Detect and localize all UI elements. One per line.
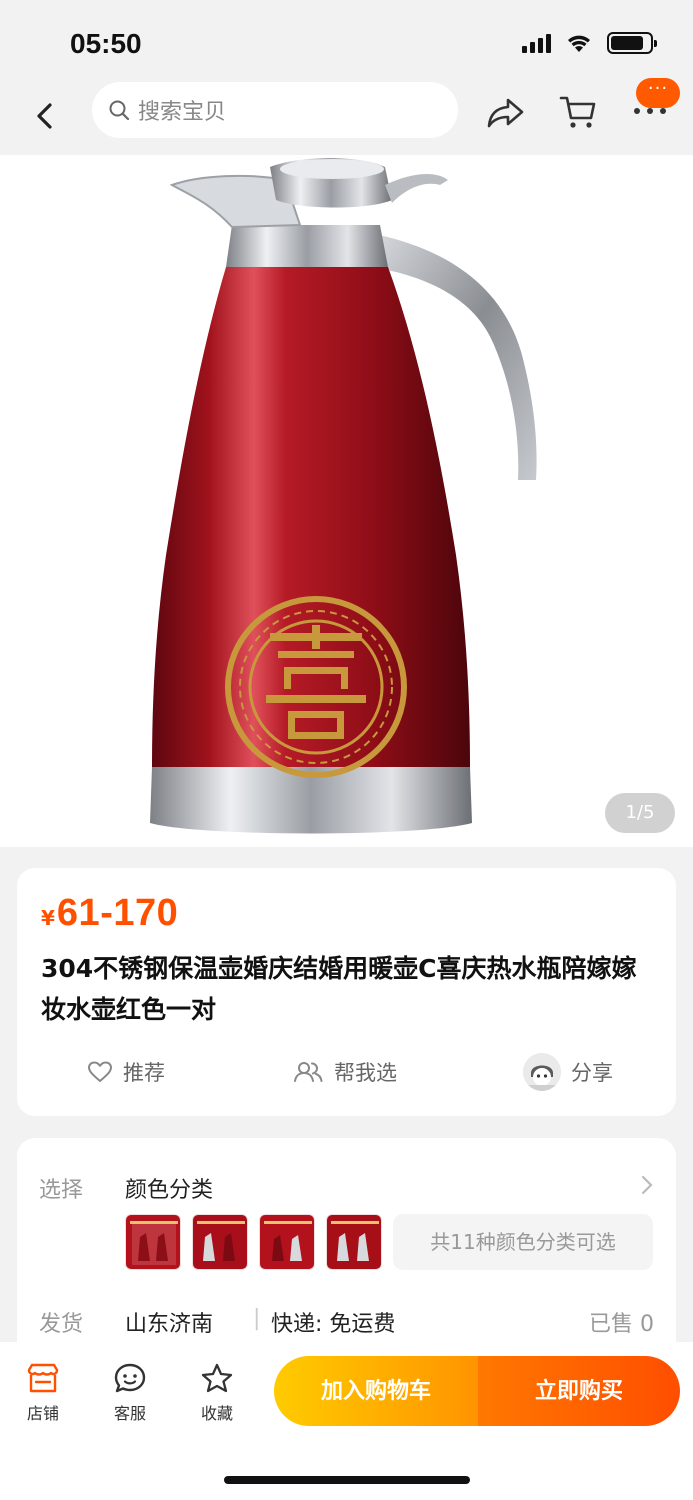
share-product-button[interactable]: 分享 [523,1048,613,1096]
favorite-tab[interactable]: 收藏 [187,1362,247,1424]
status-time: 05:50 [70,28,142,59]
heart-icon [88,1061,112,1082]
wifi-icon [568,35,590,52]
add-to-cart-button[interactable]: 加入购物车 [274,1356,478,1426]
share-icon [487,98,524,128]
color-option-thumbnail[interactable] [259,1214,315,1270]
image-counter: 1/5 [605,793,675,833]
status-icons [522,32,657,54]
battery-fill [611,36,644,50]
share-button[interactable] [486,94,526,130]
price-value: 61-170 [56,892,179,934]
chevron-right-icon[interactable] [640,1174,654,1196]
recommend-button[interactable]: 推荐 [87,1048,165,1096]
star-icon [201,1363,233,1393]
assistant-avatar [523,1053,561,1091]
cart-button[interactable] [558,92,598,132]
price: ¥ 61-170 [41,892,178,935]
cart-icon [559,96,596,128]
store-icon [27,1363,59,1393]
price-currency: ¥ [41,906,55,930]
search-icon [109,100,130,121]
buy-now-button[interactable]: 立即购买 [478,1356,680,1426]
shipping-row: 发货 山东济南 | 快递: 免运费 已售 0 [17,1306,676,1342]
customer-service-icon [114,1363,146,1393]
bottom-bar: 店铺 客服 收藏 加入购物车 立即购买 [0,1342,693,1500]
product-actions: 推荐 帮我选 分享 [17,1048,676,1096]
product-title: 304不锈钢保温壶婚庆结婚用暖壶C喜庆热水瓶陪嫁嫁妆水壶红色一对 [41,954,637,1024]
shipping-fee: 快递: 免运费 [271,1312,396,1337]
ship-label: 发货 [39,1312,84,1337]
battery-icon [607,32,657,54]
color-option-thumbnail[interactable] [326,1214,382,1270]
help-choose-button[interactable]: 帮我选 [292,1048,397,1096]
select-label: 选择 [39,1178,84,1203]
service-label: 客服 [113,1404,146,1423]
color-thumbnails [125,1214,382,1270]
status-bar: 05:50 [0,0,693,86]
favorite-label: 收藏 [200,1404,233,1423]
ship-origin: 山东济南 [125,1312,214,1337]
home-indicator [224,1476,470,1484]
ship-separator: | [253,1306,261,1331]
more-colors-button[interactable]: 共11种颜色分类可选 [393,1214,653,1270]
color-option-thumbnail[interactable] [192,1214,248,1270]
more-badge: ··· [636,78,680,108]
people-icon [294,1062,323,1082]
color-option-thumbnail[interactable] [125,1214,181,1270]
search-input[interactable]: 搜索宝贝 [92,82,458,138]
back-arrow-icon [37,103,52,129]
more-icon [634,108,666,114]
share-label: 分享 [571,1061,613,1085]
back-button[interactable] [30,96,62,136]
search-placeholder: 搜索宝贝 [138,100,227,125]
recommend-label: 推荐 [123,1061,165,1085]
sold-count: 已售 0 [589,1312,654,1337]
service-tab[interactable]: 客服 [100,1362,160,1424]
more-button[interactable]: ··· [630,78,682,132]
options-card: 选择 颜色分类 共11种颜色分类可选 发货 山东济南 | 快递: 免运费 已售 … [17,1138,676,1358]
top-nav: 搜索宝贝 ··· [0,78,693,152]
product-image-gallery[interactable]: 1/5 [0,155,693,847]
cellular-signal-icon [522,33,551,53]
thermos-product-image [150,158,537,834]
select-value[interactable]: 颜色分类 [125,1172,213,1204]
help-choose-label: 帮我选 [334,1061,397,1085]
purchase-actions: 加入购物车 立即购买 [274,1356,680,1426]
product-info-card: ¥ 61-170 304不锈钢保温壶婚庆结婚用暖壶C喜庆热水瓶陪嫁嫁妆水壶红色一… [17,868,676,1116]
store-tab[interactable]: 店铺 [13,1362,73,1424]
store-label: 店铺 [26,1404,59,1423]
